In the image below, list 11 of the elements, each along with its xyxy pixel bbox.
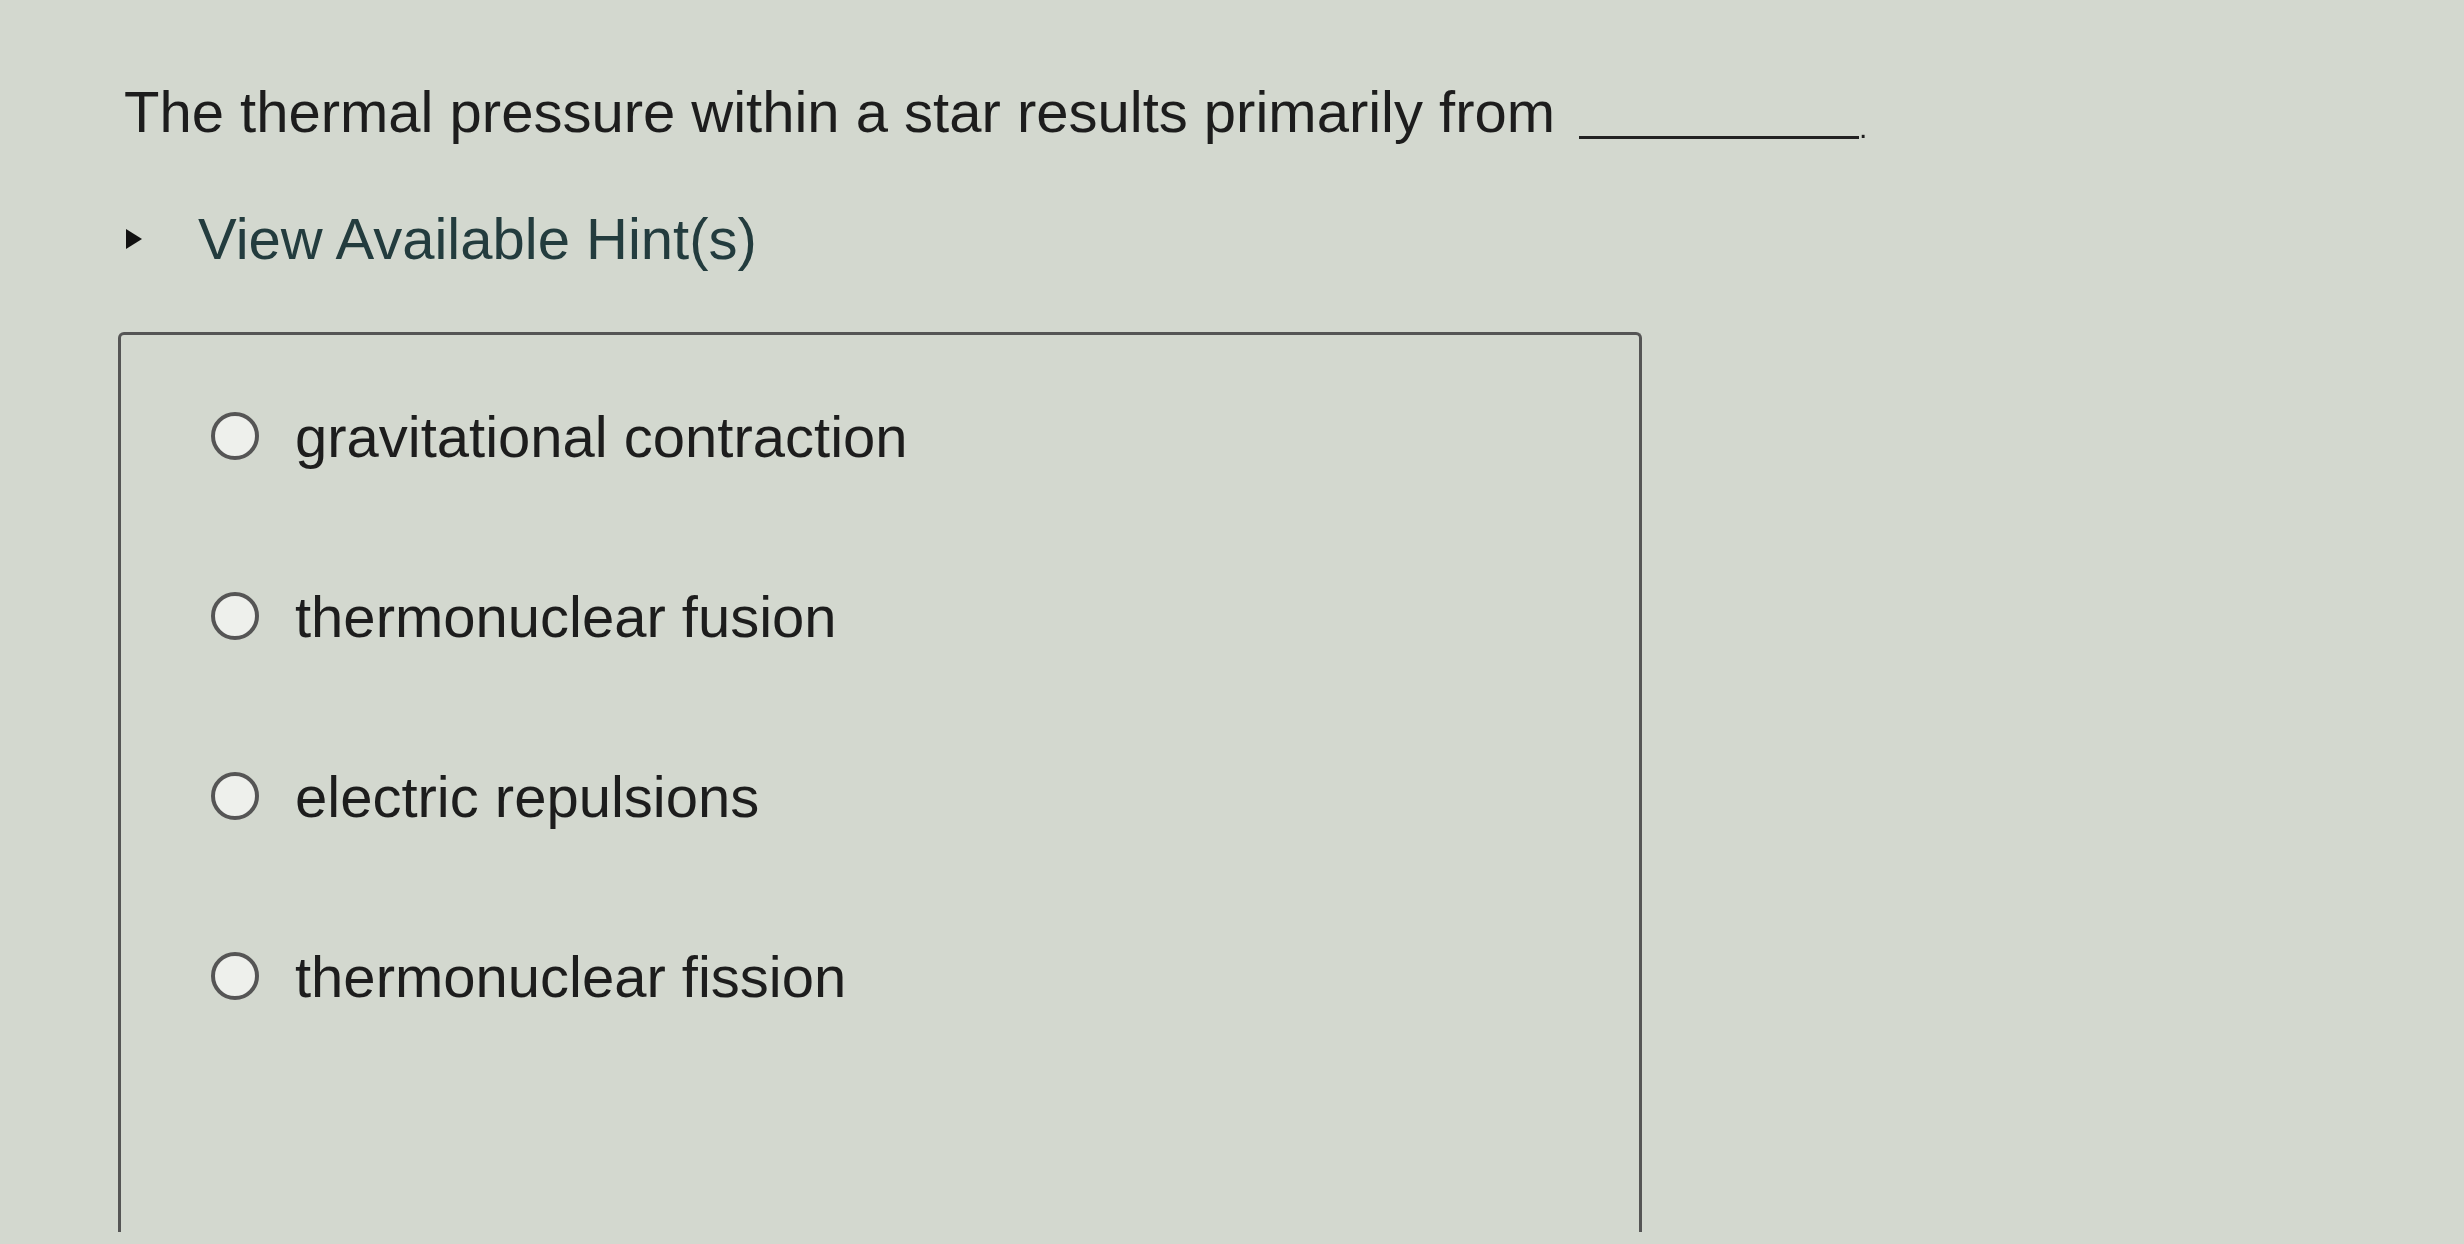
- radio-button[interactable]: [211, 592, 259, 640]
- answer-option[interactable]: electric repulsions: [211, 765, 760, 827]
- radio-button[interactable]: [211, 952, 259, 1000]
- question-text: The thermal pressure within a star results primarily from: [124, 78, 1556, 145]
- radio-button[interactable]: [211, 772, 259, 820]
- answer-option[interactable]: thermonuclear fission: [211, 945, 847, 1007]
- answer-option[interactable]: gravitational contraction: [211, 405, 908, 467]
- hints-toggle[interactable]: View Available Hint(s): [124, 205, 757, 272]
- answer-option[interactable]: thermonuclear fusion: [211, 585, 837, 647]
- period: .: [1859, 111, 1868, 145]
- radio-button[interactable]: [211, 412, 259, 460]
